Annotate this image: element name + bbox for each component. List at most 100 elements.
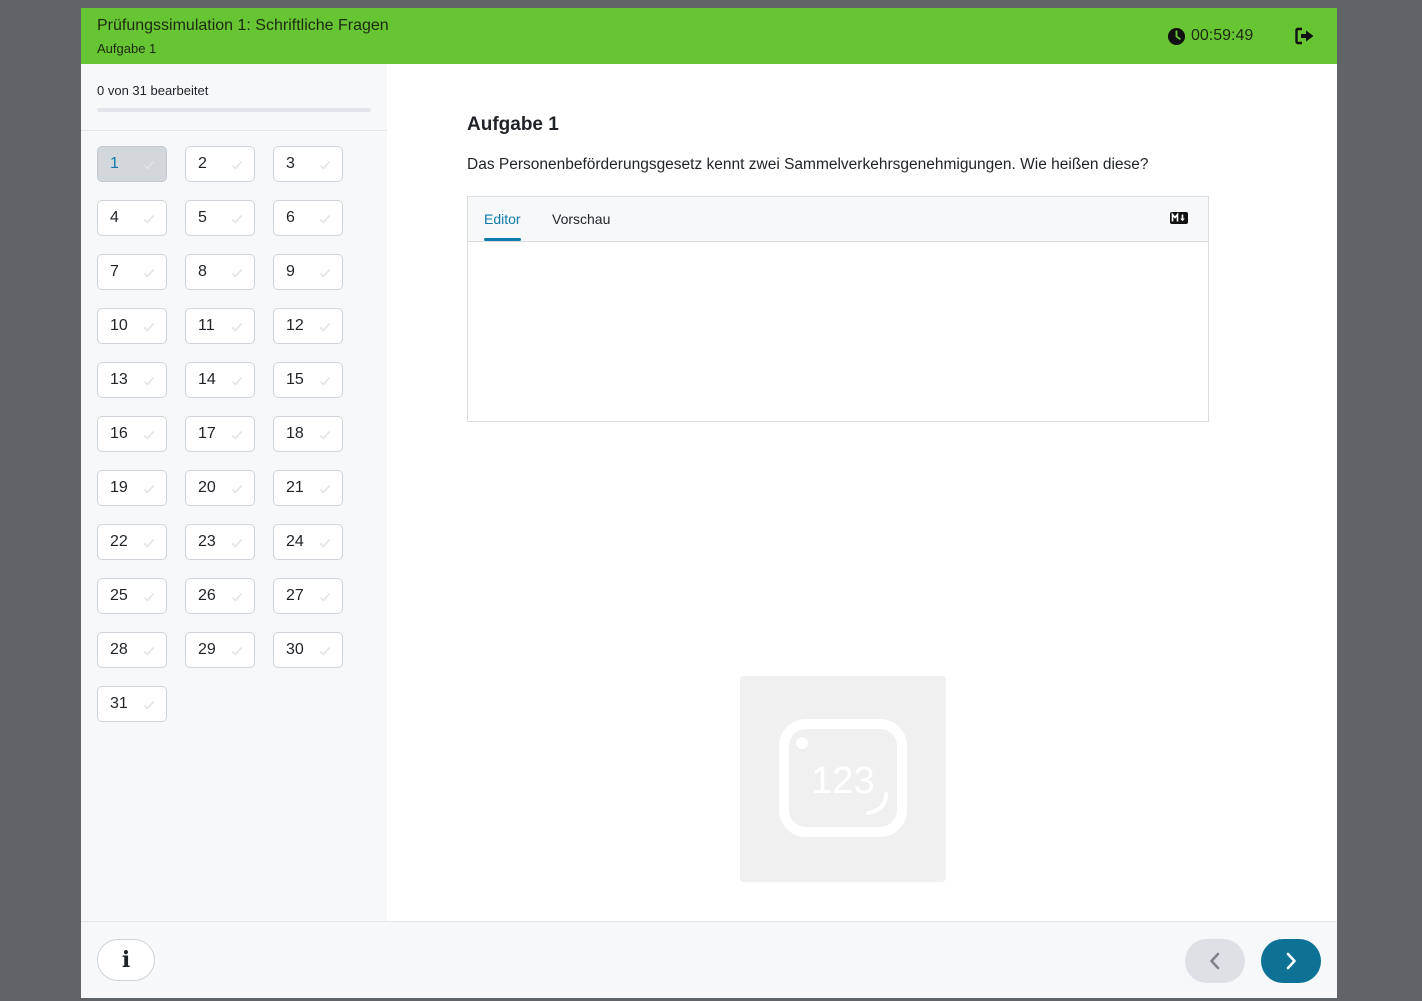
task-button-15[interactable]: 15 xyxy=(273,362,343,398)
task-button-28[interactable]: 28 xyxy=(97,632,167,668)
timer: 00:59:49 xyxy=(1167,26,1253,46)
task-button-22[interactable]: 22 xyxy=(97,524,167,560)
task-button-9[interactable]: 9 xyxy=(273,254,343,290)
check-icon xyxy=(319,592,331,602)
task-number: 11 xyxy=(198,317,215,334)
editor-tab-bar: Editor Vorschau xyxy=(468,197,1208,242)
check-icon xyxy=(319,430,331,440)
tab-editor[interactable]: Editor xyxy=(484,211,521,241)
check-icon xyxy=(319,214,331,224)
exit-button[interactable] xyxy=(1293,24,1317,48)
check-icon xyxy=(319,322,331,332)
check-icon xyxy=(231,268,243,278)
check-icon xyxy=(143,430,155,440)
check-icon xyxy=(143,160,155,170)
check-icon xyxy=(143,484,155,494)
exam-window: Prüfungssimulation 1: Schriftliche Frage… xyxy=(81,8,1337,998)
task-button-20[interactable]: 20 xyxy=(185,470,255,506)
check-icon xyxy=(143,376,155,386)
task-number: 8 xyxy=(198,263,207,280)
task-number: 29 xyxy=(198,641,216,658)
task-button-24[interactable]: 24 xyxy=(273,524,343,560)
answer-input[interactable] xyxy=(468,242,1208,421)
check-icon xyxy=(143,538,155,548)
task-button-19[interactable]: 19 xyxy=(97,470,167,506)
task-number: 14 xyxy=(198,371,216,388)
task-title: Aufgabe 1 xyxy=(467,114,559,135)
task-number: 4 xyxy=(110,209,119,226)
task-number: 6 xyxy=(286,209,295,226)
task-button-17[interactable]: 17 xyxy=(185,416,255,452)
task-button-3[interactable]: 3 xyxy=(273,146,343,182)
task-number: 1 xyxy=(110,155,119,172)
exam-subtitle: Aufgabe 1 xyxy=(97,41,157,56)
task-button-26[interactable]: 26 xyxy=(185,578,255,614)
markdown-icon xyxy=(1170,212,1188,224)
check-icon xyxy=(143,322,155,332)
check-icon xyxy=(231,322,243,332)
progress-text: 0 von 31 bearbeitet xyxy=(97,83,209,98)
check-icon xyxy=(143,268,155,278)
task-button-18[interactable]: 18 xyxy=(273,416,343,452)
task-button-29[interactable]: 29 xyxy=(185,632,255,668)
task-number: 10 xyxy=(110,317,128,334)
task-button-30[interactable]: 30 xyxy=(273,632,343,668)
task-button-2[interactable]: 2 xyxy=(185,146,255,182)
progress-bar xyxy=(97,108,371,112)
task-number: 5 xyxy=(198,209,207,226)
info-button[interactable]: i xyxy=(97,939,155,981)
task-button-13[interactable]: 13 xyxy=(97,362,167,398)
task-button-1[interactable]: 1 xyxy=(97,146,167,182)
check-icon xyxy=(143,592,155,602)
task-button-10[interactable]: 10 xyxy=(97,308,167,344)
task-button-12[interactable]: 12 xyxy=(273,308,343,344)
timer-value: 00:59:49 xyxy=(1191,27,1254,44)
check-icon xyxy=(319,268,331,278)
check-icon xyxy=(231,430,243,440)
task-button-23[interactable]: 23 xyxy=(185,524,255,560)
task-button-25[interactable]: 25 xyxy=(97,578,167,614)
task-number: 28 xyxy=(110,641,128,658)
sign-out-icon xyxy=(1295,27,1314,45)
placeholder-image: 123 xyxy=(740,676,946,882)
task-number: 20 xyxy=(198,479,216,496)
task-sidebar: 0 von 31 bearbeitet 1 2 3 4 5 6 7 8 9 10 11 12 13 14 1… xyxy=(81,64,388,921)
task-number: 21 xyxy=(286,479,304,496)
task-button-27[interactable]: 27 xyxy=(273,578,343,614)
task-button-14[interactable]: 14 xyxy=(185,362,255,398)
exam-title: Prüfungssimulation 1: Schriftliche Frage… xyxy=(97,17,389,34)
task-button-6[interactable]: 6 xyxy=(273,200,343,236)
check-icon xyxy=(231,646,243,656)
check-icon xyxy=(319,646,331,656)
task-button-16[interactable]: 16 xyxy=(97,416,167,452)
task-button-21[interactable]: 21 xyxy=(273,470,343,506)
task-number: 19 xyxy=(110,479,128,496)
task-button-11[interactable]: 11 xyxy=(185,308,255,344)
header-bar: Prüfungssimulation 1: Schriftliche Frage… xyxy=(81,8,1337,64)
task-button-7[interactable]: 7 xyxy=(97,254,167,290)
task-number: 15 xyxy=(286,371,304,388)
task-number: 27 xyxy=(286,587,304,604)
task-number: 9 xyxy=(286,263,295,280)
question-text: Das Personenbeförderungsgesetz kennt zwe… xyxy=(467,156,1149,173)
task-button-8[interactable]: 8 xyxy=(185,254,255,290)
task-number: 30 xyxy=(286,641,304,658)
next-button[interactable] xyxy=(1261,939,1321,983)
previous-button[interactable] xyxy=(1185,939,1245,983)
task-button-5[interactable]: 5 xyxy=(185,200,255,236)
check-icon xyxy=(231,160,243,170)
footer-bar: i xyxy=(81,921,1337,998)
task-number: 12 xyxy=(286,317,304,334)
task-number: 26 xyxy=(198,587,216,604)
check-icon xyxy=(143,214,155,224)
check-icon xyxy=(231,484,243,494)
tab-preview[interactable]: Vorschau xyxy=(552,211,610,227)
task-button-4[interactable]: 4 xyxy=(97,200,167,236)
check-icon xyxy=(231,376,243,386)
task-number: 2 xyxy=(198,155,207,172)
task-button-31[interactable]: 31 xyxy=(97,686,167,722)
task-number: 31 xyxy=(110,695,128,712)
check-icon xyxy=(319,538,331,548)
task-number: 23 xyxy=(198,533,216,550)
clock-icon xyxy=(1167,27,1186,45)
